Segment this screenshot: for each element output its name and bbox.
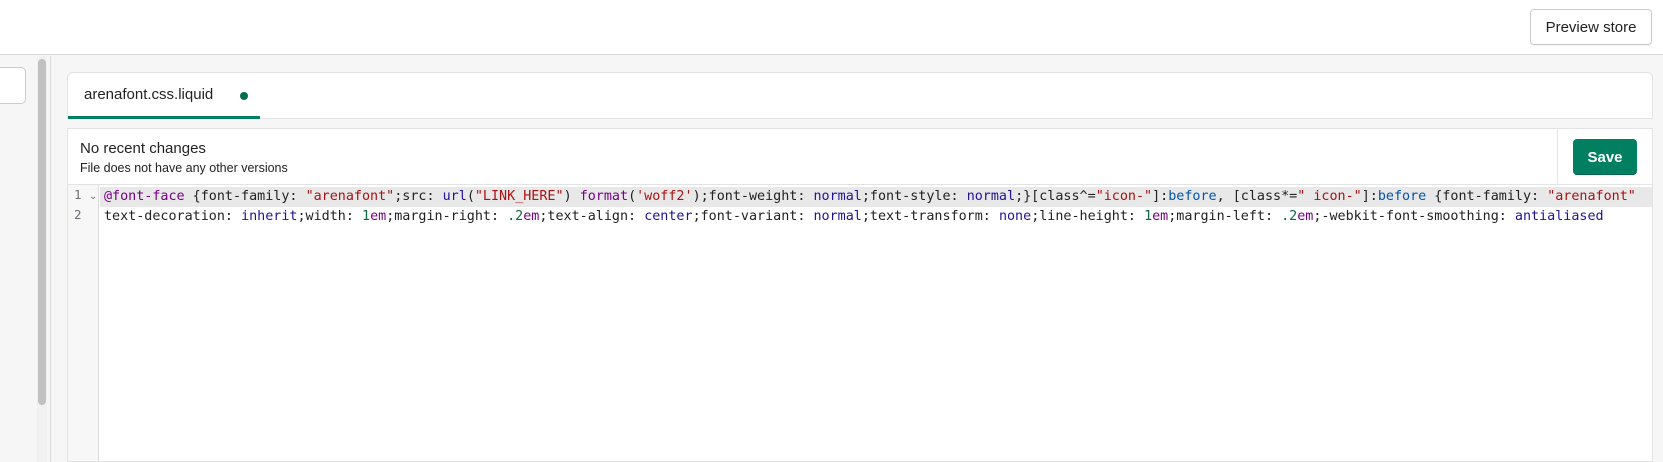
line-number-gutter: 1 ⌄ 2 bbox=[68, 185, 99, 461]
code-token: "arenafont" bbox=[1547, 189, 1636, 204]
code-token: before bbox=[1168, 189, 1217, 204]
code-token: , [class*= bbox=[1216, 189, 1298, 204]
save-button[interactable]: Save bbox=[1573, 139, 1637, 175]
top-bar: Preview store bbox=[0, 0, 1663, 55]
sidebar-search-input[interactable] bbox=[0, 67, 26, 104]
code-token: 1 bbox=[362, 209, 371, 224]
code-token: ( bbox=[466, 189, 475, 204]
status-title: No recent changes bbox=[80, 140, 206, 157]
status-divider bbox=[1557, 129, 1558, 185]
code-token: ;font-style: bbox=[861, 189, 967, 204]
code-editor[interactable]: 1 ⌄ 2 @font-face {font-family: "arenafon… bbox=[67, 184, 1653, 462]
code-token: 'woff2' bbox=[636, 189, 693, 204]
code-token: ;-webkit-font-smoothing: bbox=[1313, 209, 1515, 224]
code-token: "icon-" bbox=[1095, 189, 1153, 204]
code-token: none bbox=[998, 209, 1032, 224]
code-token: em bbox=[370, 209, 387, 224]
code-token: ( bbox=[628, 189, 637, 204]
unsaved-dot-icon bbox=[240, 92, 248, 100]
code-token: normal bbox=[813, 189, 862, 204]
code-token: normal bbox=[966, 189, 1016, 204]
code-token: {font-family: bbox=[184, 189, 306, 204]
code-line[interactable]: @font-face {font-family: "arenafont";src… bbox=[100, 187, 1652, 207]
code-token: text-decoration: bbox=[104, 209, 242, 224]
code-token: em bbox=[1297, 209, 1314, 224]
code-token: ;text-transform: bbox=[861, 209, 999, 224]
status-subtitle: File does not have any other versions bbox=[80, 161, 288, 175]
code-token: inherit bbox=[241, 209, 298, 224]
code-token: ]: bbox=[1152, 189, 1169, 204]
code-token: 1 bbox=[1144, 209, 1153, 224]
file-sidebar bbox=[0, 56, 51, 462]
sidebar-scrollbar[interactable] bbox=[37, 56, 47, 462]
code-token: em bbox=[523, 209, 540, 224]
code-token: center bbox=[644, 209, 693, 224]
preview-store-button[interactable]: Preview store bbox=[1530, 9, 1652, 45]
code-token: @font-face bbox=[104, 189, 185, 204]
tab-arenafont-css-liquid[interactable]: arenafont.css.liquid bbox=[68, 73, 260, 119]
code-token: before bbox=[1377, 189, 1427, 204]
code-token: " icon-" bbox=[1297, 189, 1362, 204]
code-token: em bbox=[1152, 209, 1169, 224]
code-token: ;line-height: bbox=[1031, 209, 1145, 224]
code-token: ;font-variant: bbox=[692, 209, 814, 224]
line-number: 1 bbox=[74, 187, 82, 202]
code-token: ;width: bbox=[297, 209, 362, 224]
code-token: );font-weight: bbox=[692, 189, 814, 204]
sidebar-scrollbar-thumb[interactable] bbox=[38, 59, 46, 405]
code-token: .2 bbox=[1281, 209, 1298, 224]
code-token: "LINK_HERE" bbox=[474, 189, 564, 204]
code-token: antialiased bbox=[1514, 209, 1604, 224]
code-token: "arenafont" bbox=[305, 189, 395, 204]
editor-tab-bar: arenafont.css.liquid bbox=[67, 72, 1653, 119]
tab-label: arenafont.css.liquid bbox=[84, 86, 214, 103]
code-token: ;margin-left: bbox=[1168, 209, 1282, 224]
code-token: ;text-align: bbox=[539, 209, 645, 224]
code-token: .2 bbox=[507, 209, 524, 224]
code-token: {font-family: bbox=[1426, 189, 1548, 204]
line-number: 2 bbox=[74, 207, 82, 222]
code-token: ;src: bbox=[394, 189, 443, 204]
code-token: normal bbox=[813, 209, 862, 224]
code-token: ]: bbox=[1361, 189, 1378, 204]
code-token: ;}[class^= bbox=[1015, 189, 1096, 204]
code-token: format bbox=[579, 189, 629, 204]
code-token: ) bbox=[563, 189, 580, 204]
fold-chevron-icon[interactable]: ⌄ bbox=[89, 191, 97, 202]
code-token: url bbox=[442, 189, 467, 204]
code-token: ;margin-right: bbox=[386, 209, 508, 224]
code-line[interactable]: text-decoration: inherit;width: 1em;marg… bbox=[100, 207, 1652, 227]
file-status-bar: No recent changes File does not have any… bbox=[67, 128, 1653, 185]
